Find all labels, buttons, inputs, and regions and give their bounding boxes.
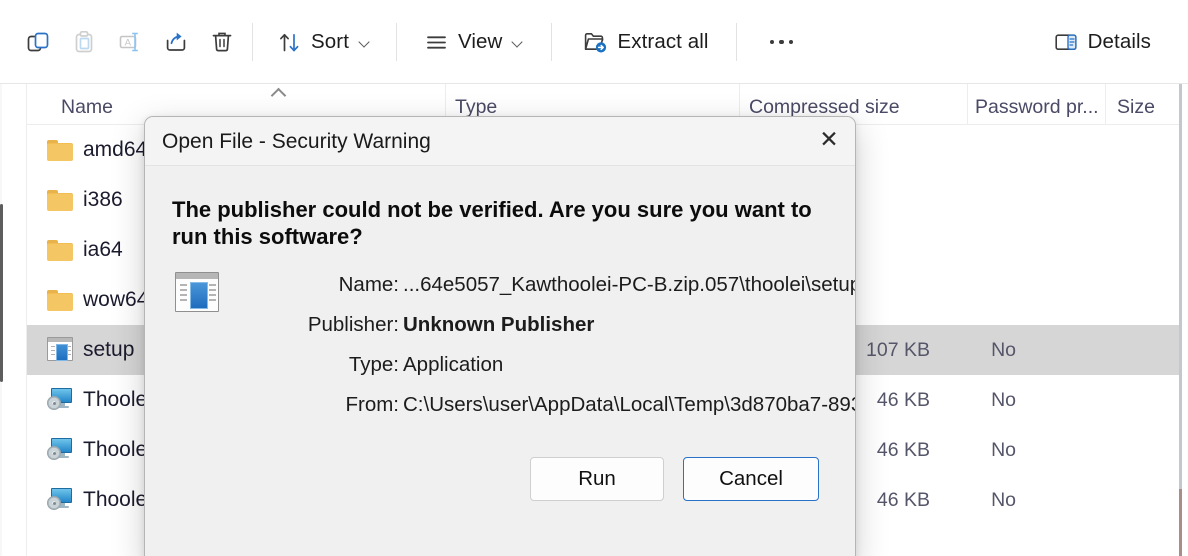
- sort-label: Sort: [311, 30, 349, 53]
- delete-button[interactable]: [199, 20, 245, 64]
- cancel-button[interactable]: Cancel: [683, 457, 819, 501]
- column-header-size[interactable]: Size: [1117, 96, 1155, 119]
- run-button[interactable]: Run: [530, 457, 664, 501]
- folder-icon: [47, 237, 73, 263]
- dialog-field-row: From: C:\Users\user\AppData\Local\Temp\3d…: [145, 393, 856, 433]
- file-password-protected: No: [991, 338, 1016, 361]
- extract-all-label: Extract all: [617, 30, 709, 53]
- rename-icon: A: [119, 32, 138, 52]
- copy-icon: [27, 32, 49, 52]
- extract-all-button[interactable]: Extract all: [571, 20, 719, 64]
- sort-ascending-icon: [270, 86, 288, 98]
- msi-installer-icon: [47, 437, 73, 463]
- toolbar-separator-2: [396, 23, 397, 61]
- header-divider-4[interactable]: [1105, 84, 1106, 124]
- file-compressed-size: 46 KB: [876, 488, 930, 511]
- dialog-field-row: Type: Application: [145, 353, 855, 393]
- folder-icon: [47, 287, 73, 313]
- share-button[interactable]: [153, 20, 199, 64]
- dialog-field-value: ...64e5057_Kawthoolei-PC-B.zip.057\thool…: [403, 273, 856, 296]
- header-divider-3[interactable]: [967, 84, 968, 124]
- svg-text:A: A: [125, 38, 132, 49]
- navigation-pane-scrollbar[interactable]: [0, 204, 3, 382]
- rename-button[interactable]: A: [107, 20, 153, 64]
- details-button[interactable]: Details: [1042, 20, 1162, 64]
- toolbar-separator-4: [735, 23, 737, 61]
- details-label: Details: [1087, 30, 1151, 53]
- application-icon: [47, 337, 73, 363]
- msi-installer-icon: [47, 387, 73, 413]
- explorer-window: A Sort View Extract all Details Name Typ…: [0, 0, 1188, 556]
- vertical-scrollbar-track[interactable]: [1179, 84, 1182, 556]
- column-header-name[interactable]: Name: [61, 96, 113, 119]
- close-icon: ✕: [819, 127, 839, 153]
- dialog-field-row: Publisher: Unknown Publisher: [145, 313, 855, 353]
- sort-button[interactable]: Sort: [266, 20, 382, 64]
- dialog-title-bar[interactable]: Open File - Security Warning ✕: [145, 117, 855, 166]
- vertical-scrollbar-thumb[interactable]: [1179, 489, 1182, 556]
- paste-button[interactable]: [61, 20, 107, 64]
- dialog-field-value: Unknown Publisher: [403, 313, 595, 336]
- dialog-field-label: Publisher:: [307, 313, 399, 336]
- trash-icon: [212, 32, 232, 52]
- ellipsis-icon: [769, 39, 794, 45]
- dialog-field-label: From:: [345, 393, 399, 416]
- file-password-protected: No: [991, 388, 1016, 411]
- command-bar: A Sort View Extract all Details: [0, 0, 1188, 84]
- column-header-password-protected[interactable]: Password pr...: [975, 96, 1099, 119]
- chevron-down-icon: [513, 37, 524, 48]
- dialog-buttons: Run Cancel: [145, 457, 855, 505]
- dialog-fields: Name: ...64e5057_Kawthoolei-PC-B.zip.057\…: [145, 273, 856, 433]
- file-compressed-size: 107 KB: [866, 338, 930, 361]
- close-button[interactable]: ✕: [803, 117, 855, 164]
- more-options-button[interactable]: [756, 20, 808, 64]
- sort-icon: [280, 33, 299, 51]
- extract-folder-icon: [585, 33, 607, 53]
- hamburger-icon: [427, 35, 446, 49]
- cancel-label: Cancel: [719, 467, 783, 490]
- toolbar-separator-1: [252, 23, 253, 61]
- dialog-heading: The publisher could not be verified. Are…: [172, 197, 812, 250]
- file-name: i386: [83, 188, 123, 211]
- file-password-protected: No: [991, 438, 1016, 461]
- file-name: amd64: [83, 138, 148, 161]
- details-pane-icon: [1055, 34, 1077, 50]
- view-button[interactable]: View: [413, 20, 535, 64]
- file-compressed-size: 46 KB: [876, 388, 930, 411]
- file-password-protected: No: [991, 488, 1016, 511]
- copy-button[interactable]: [15, 20, 61, 64]
- right-gutter: [1182, 84, 1188, 556]
- file-name: setup: [83, 338, 135, 361]
- dialog-title: Open File - Security Warning: [162, 130, 431, 153]
- toolbar-separator-3: [551, 23, 553, 61]
- dialog-field-label: Type:: [348, 353, 399, 376]
- run-label: Run: [578, 467, 616, 490]
- dialog-field-row: Name: ...64e5057_Kawthoolei-PC-B.zip.057\…: [145, 273, 856, 313]
- share-icon: [166, 32, 186, 51]
- file-name: wow64: [83, 288, 149, 311]
- dialog-field-value: C:\Users\user\AppData\Local\Temp\3d870ba…: [403, 393, 856, 416]
- file-compressed-size: 46 KB: [876, 438, 930, 461]
- file-name: ia64: [83, 238, 123, 261]
- paste-icon: [75, 30, 93, 53]
- dialog-field-label: Name:: [338, 273, 399, 296]
- dialog-field-value: Application: [403, 353, 504, 376]
- security-warning-dialog: Open File - Security Warning ✕ The publi…: [144, 116, 856, 556]
- folder-icon: [47, 137, 73, 163]
- chevron-down-icon: [360, 37, 371, 48]
- folder-icon: [47, 187, 73, 213]
- msi-installer-icon: [47, 487, 73, 513]
- view-label: View: [458, 30, 503, 53]
